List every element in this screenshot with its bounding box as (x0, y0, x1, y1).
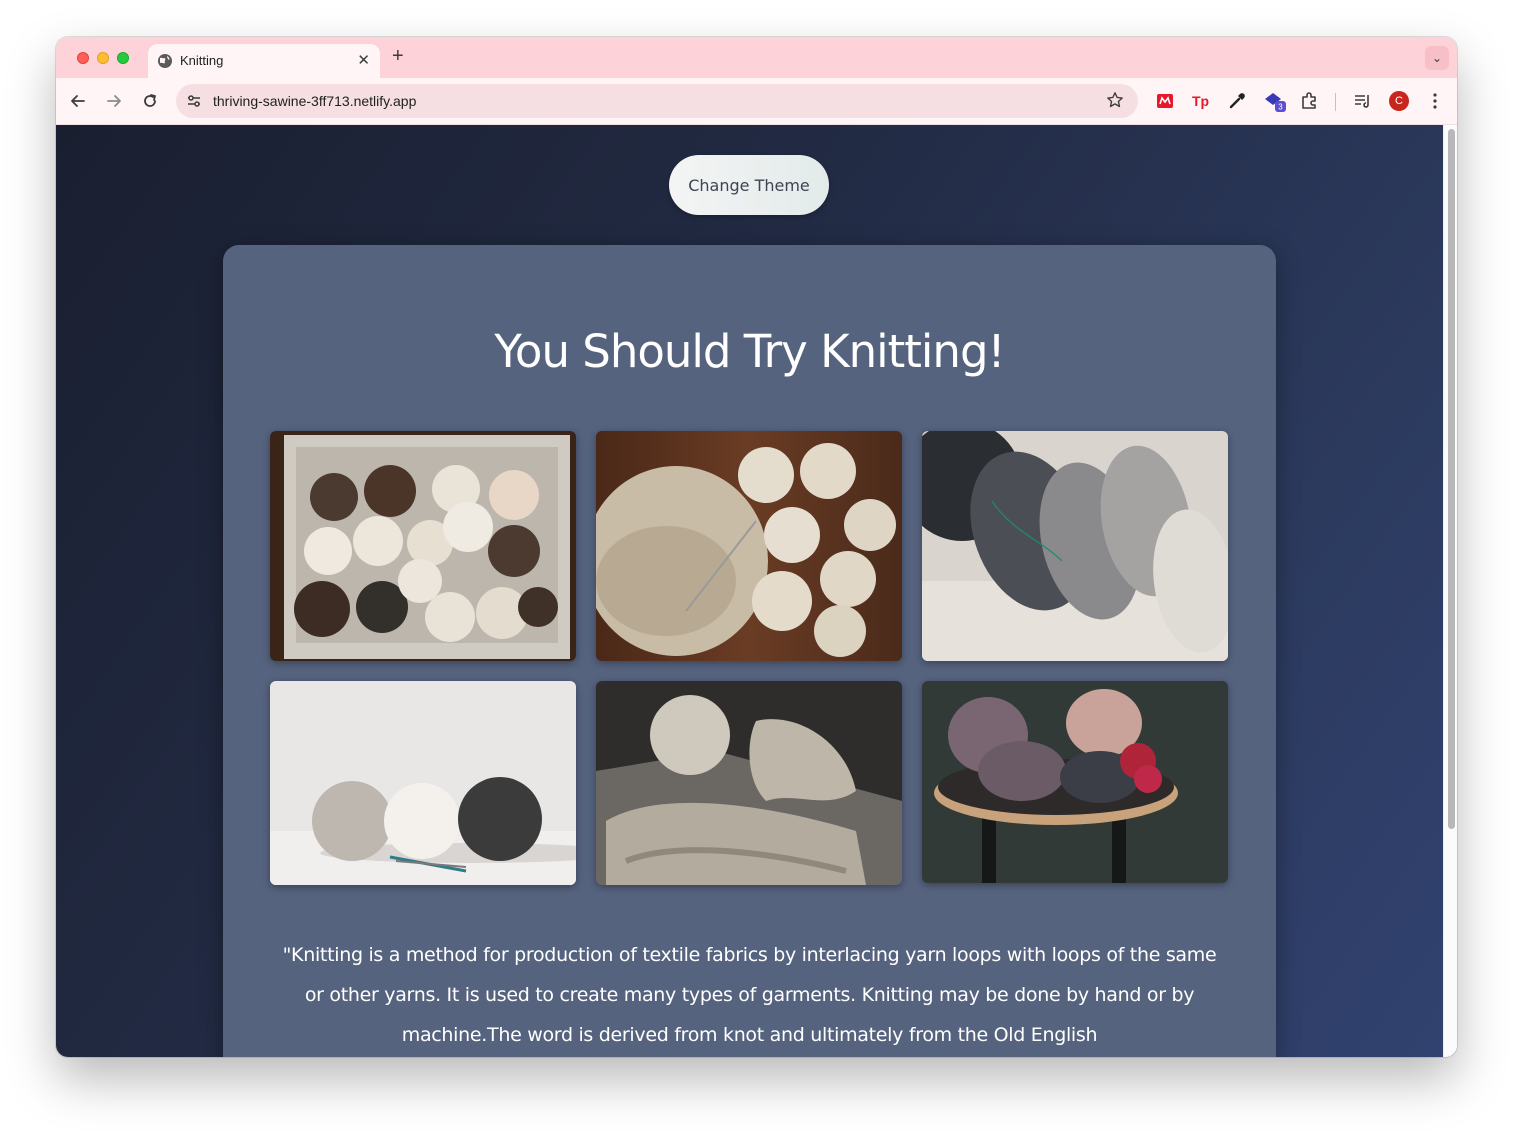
svg-text:Tp: Tp (1192, 93, 1209, 109)
close-window-button[interactable] (77, 52, 89, 64)
cream-yarn-knit-photo (596, 431, 902, 661)
change-theme-button[interactable]: Change Theme (669, 155, 829, 215)
tp-extension-icon[interactable]: Tp (1191, 91, 1211, 111)
tab-close-icon[interactable]: ✕ (357, 51, 370, 69)
content-card: You Should Try Knitting! "Knitting is a … (223, 245, 1276, 1057)
globe-icon (158, 54, 172, 68)
tab-knitting[interactable]: Knitting ✕ (148, 44, 380, 78)
reload-icon[interactable] (139, 90, 161, 112)
forward-icon[interactable] (103, 90, 125, 112)
url-text[interactable]: thriving-sawine-3ff713.netlify.app (213, 93, 416, 109)
tab-title: Knitting (180, 53, 224, 68)
eyedropper-icon[interactable] (1227, 91, 1247, 111)
vertical-scrollbar[interactable] (1443, 125, 1457, 1057)
back-icon[interactable] (67, 90, 89, 112)
bookmark-star-icon[interactable] (1106, 91, 1124, 109)
three-yarn-balls-photo (270, 681, 576, 885)
page-viewport: Change Theme You Should Try Knitting! "K… (56, 125, 1443, 1057)
maximize-window-button[interactable] (117, 52, 129, 64)
more-menu-icon[interactable] (1432, 91, 1438, 111)
yarn-bowl-photo (922, 681, 1228, 883)
chunky-knit-photo (596, 681, 902, 885)
yarn-box-photo (270, 431, 576, 661)
site-settings-icon[interactable] (186, 93, 202, 109)
new-tab-icon[interactable]: + (392, 46, 404, 66)
browser-window: Knitting ✕ + ⌄ thriving-sawine-3ff713.ne… (56, 37, 1457, 1057)
extension-badge-count: 3 (1278, 103, 1283, 112)
browser-toolbar: thriving-sawine-3ff713.netlify.app Tp 3 (56, 78, 1457, 125)
knitting-quote: "Knitting is a method for production of … (282, 944, 1217, 1046)
extension-badge-icon[interactable]: 3 (1263, 89, 1287, 113)
toolbar-separator (1335, 93, 1336, 111)
reading-list-icon[interactable] (1353, 91, 1373, 111)
tab-strip: Knitting ✕ + ⌄ (56, 37, 1457, 78)
chevron-down-icon: ⌄ (1431, 51, 1443, 65)
address-bar[interactable]: thriving-sawine-3ff713.netlify.app (176, 84, 1138, 118)
red-extension-icon[interactable] (1155, 91, 1175, 111)
grey-skeins-photo (922, 431, 1228, 661)
profile-avatar[interactable]: C (1389, 91, 1409, 111)
scrollbar-thumb[interactable] (1448, 129, 1455, 829)
minimize-window-button[interactable] (97, 52, 109, 64)
tab-search-button[interactable]: ⌄ (1425, 46, 1449, 70)
page-title: You Should Try Knitting! (494, 325, 1005, 378)
extensions-puzzle-icon[interactable] (1299, 91, 1319, 111)
